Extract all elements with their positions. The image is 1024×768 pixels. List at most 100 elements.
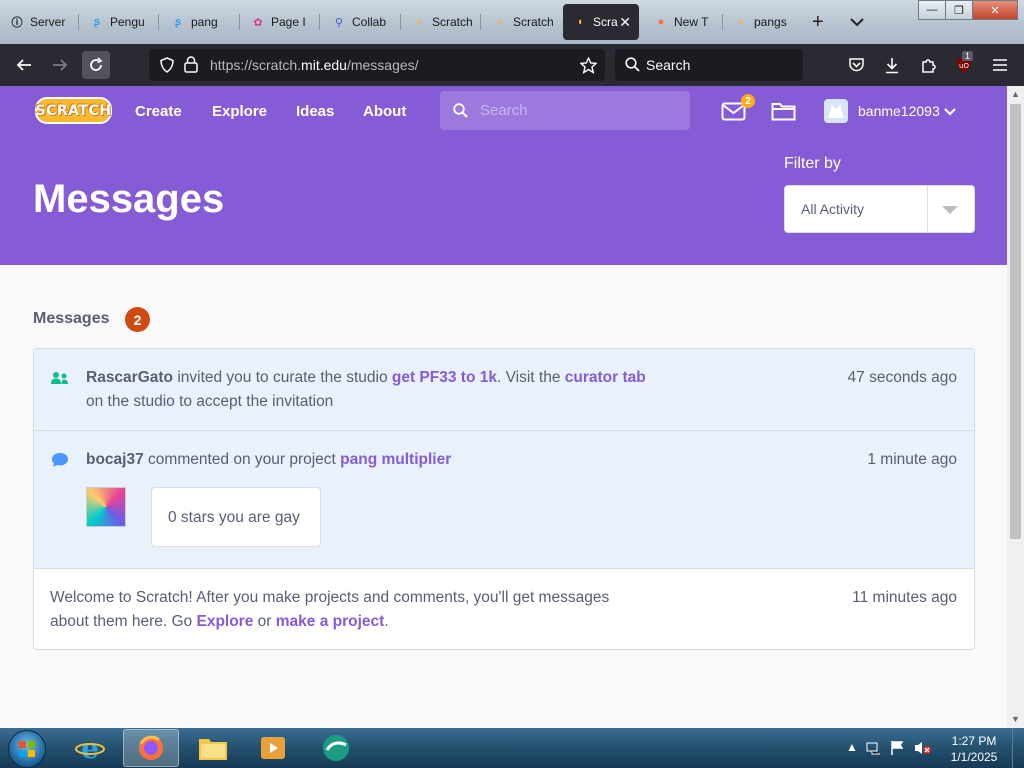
back-button[interactable] <box>10 51 38 79</box>
scroll-down-icon[interactable]: ▼ <box>1011 714 1020 724</box>
app-globe-icon <box>323 735 349 761</box>
explore-link[interactable]: Explore <box>196 613 253 630</box>
taskbar-file-explorer[interactable] <box>185 729 241 767</box>
url-text[interactable]: https://scratch.mit.edu/messages/ <box>210 57 419 73</box>
pocket-button[interactable] <box>842 51 870 79</box>
forward-button[interactable] <box>46 51 74 79</box>
reload-button[interactable] <box>82 51 110 79</box>
browser-tab-label: Scra <box>593 15 618 29</box>
svg-text:uO: uO <box>959 62 969 70</box>
message-text-part: commented on your project <box>143 451 341 468</box>
minimize-button[interactable]: — <box>918 0 946 20</box>
list-all-tabs-button[interactable] <box>846 4 870 40</box>
address-bar[interactable]: https://scratch.mit.edu/messages/ <box>149 49 605 81</box>
filter-label: Filter by <box>784 155 841 172</box>
browser-tab[interactable]: ◖ Scra ✕ <box>563 4 639 40</box>
app-menu-button[interactable] <box>986 51 1014 79</box>
search-icon: ⚲ <box>334 16 344 29</box>
site-search-placeholder: Search <box>480 102 528 119</box>
site-search-input[interactable]: Search <box>440 91 690 130</box>
download-icon <box>886 57 898 73</box>
new-tab-button[interactable]: + <box>806 4 830 40</box>
clock-date: 1/1/2025 <box>950 750 998 764</box>
bookmark-star-icon[interactable] <box>580 57 597 74</box>
browser-tab-label: pangs <box>754 15 787 29</box>
tab-strip: ⓘ Server ʂ Pengu ʂ pang ✿ Page I ⚲ Collab ◖ Scratch… <box>0 0 1024 44</box>
studio-link[interactable]: get PF33 to 1k <box>392 369 497 386</box>
start-button[interactable] <box>8 730 46 768</box>
taskbar-firefox[interactable] <box>123 729 179 767</box>
browser-tab[interactable]: ◖ pangs <box>724 4 800 40</box>
nav-create-link[interactable]: Create <box>135 103 182 120</box>
browser-tab[interactable]: ʂ pang <box>161 4 237 40</box>
chevron-down-icon[interactable] <box>944 108 956 116</box>
taskbar-clock[interactable]: 1:27 PM 1/1/2025 <box>944 733 1004 765</box>
ublock-extension-button[interactable]: uO 1 <box>950 51 978 79</box>
my-stuff-folder-icon[interactable] <box>771 101 796 121</box>
scratch-addons-icon: ʂ <box>93 16 101 28</box>
browser-tab[interactable]: ʂ Pengu <box>80 4 156 40</box>
show-hidden-icons-button[interactable]: ▲ <box>846 740 858 754</box>
puzzle-icon <box>921 58 936 73</box>
scroll-up-icon[interactable]: ▲ <box>1011 89 1020 99</box>
message-text-part: . <box>384 613 389 630</box>
downloads-button[interactable] <box>878 51 906 79</box>
message-count-badge: 2 <box>741 94 755 108</box>
scratch-cat-icon: ◖ <box>576 16 584 28</box>
close-window-button[interactable]: ✕ <box>972 0 1018 20</box>
browser-tab[interactable]: ⚲ Collab <box>322 4 398 40</box>
pocket-icon <box>848 58 864 72</box>
maximize-button[interactable]: ❐ <box>945 0 973 20</box>
volume-muted-icon[interactable] <box>914 740 932 756</box>
network-icon[interactable] <box>866 740 882 756</box>
taskbar-app[interactable] <box>308 729 364 767</box>
browser-tab[interactable]: ● New T <box>644 4 720 40</box>
close-tab-icon[interactable]: ✕ <box>619 14 631 31</box>
scratch-logo[interactable]: SCRATCH <box>35 97 112 124</box>
comment-bubble-icon <box>52 453 68 467</box>
taskbar-media-player[interactable] <box>245 729 301 767</box>
browser-tab[interactable]: ✿ Page I <box>241 4 317 40</box>
filter-select[interactable]: All Activity <box>784 185 975 233</box>
action-center-flag-icon[interactable] <box>890 740 904 756</box>
nav-about-link[interactable]: About <box>363 103 406 120</box>
extensions-button[interactable] <box>914 51 942 79</box>
taskbar-internet-explorer[interactable]: e <box>62 729 118 767</box>
list-item: RascarGato invited you to curate the stu… <box>34 349 974 431</box>
page-scrollbar[interactable]: ▲ ▼ <box>1007 86 1024 728</box>
messages-banner: Messages Filter by All Activity <box>0 136 1007 265</box>
nav-ideas-link[interactable]: Ideas <box>296 103 334 120</box>
username-menu[interactable]: banme12093 <box>858 103 940 119</box>
shield-icon[interactable] <box>159 57 175 73</box>
browser-search-bar[interactable]: Search <box>615 49 803 81</box>
lock-icon[interactable] <box>184 56 198 73</box>
message-username-link[interactable]: bocaj37 <box>86 451 144 468</box>
list-item: bocaj37 commented on your project pang m… <box>34 431 974 569</box>
project-link[interactable]: pang multiplier <box>340 451 451 468</box>
avatar[interactable] <box>824 99 848 123</box>
unread-count-badge: 2 <box>125 307 150 332</box>
browser-tab[interactable]: ◖ Scratch <box>402 4 478 40</box>
curator-tab-link[interactable]: curator tab <box>565 369 646 386</box>
nav-explore-link[interactable]: Explore <box>212 103 267 120</box>
arrow-left-icon <box>16 59 31 71</box>
browser-tab-label: Scratch <box>513 15 554 29</box>
browser-tab[interactable]: ⓘ Server <box>0 4 76 40</box>
commenter-avatar[interactable] <box>86 487 126 527</box>
tab-separator <box>480 14 481 30</box>
make-a-project-link[interactable]: make a project <box>276 613 385 630</box>
message-text: Welcome to Scratch! After you make proje… <box>50 586 650 634</box>
tab-separator <box>239 14 240 30</box>
caret-down-icon <box>942 206 958 214</box>
scrollbar-thumb[interactable] <box>1010 104 1021 539</box>
message-list: RascarGato invited you to curate the stu… <box>33 348 975 650</box>
browser-tab-label: Collab <box>352 15 387 29</box>
filter-divider <box>927 186 928 232</box>
gear-icon: ✿ <box>253 16 263 29</box>
show-desktop-button[interactable] <box>1012 728 1024 768</box>
browser-tab[interactable]: ◖ Scratch <box>483 4 559 40</box>
tab-separator <box>158 14 159 30</box>
message-username-link[interactable]: RascarGato <box>86 369 173 386</box>
reload-icon <box>90 57 103 71</box>
windows-taskbar: e ▲ 1:27 PM 1/1/2025 <box>0 728 1024 768</box>
